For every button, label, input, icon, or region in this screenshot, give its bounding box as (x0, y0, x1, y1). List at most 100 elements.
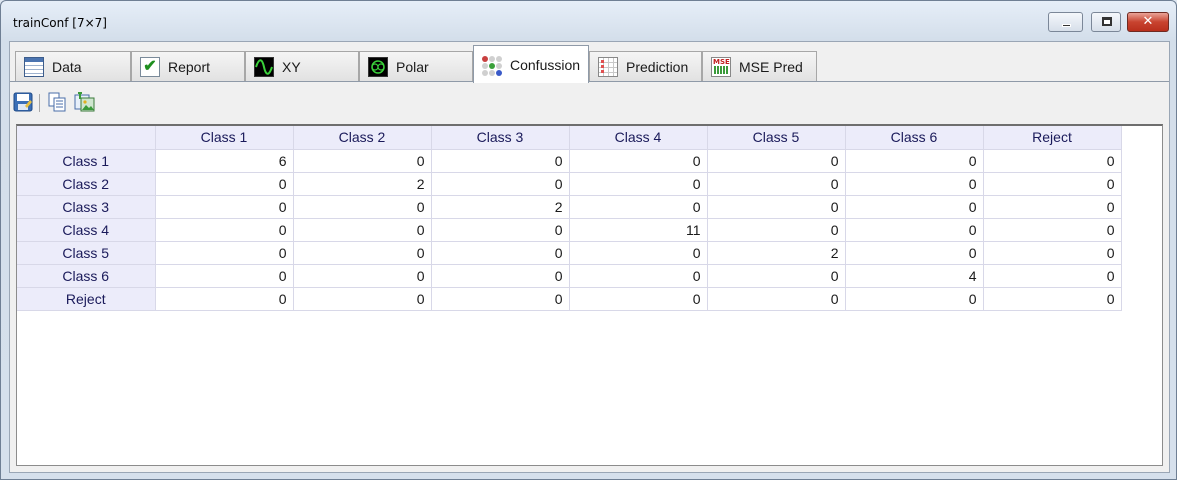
matrix-cell[interactable]: 0 (845, 195, 984, 219)
toolbar (10, 90, 1169, 116)
tab-label: Confussion (510, 56, 581, 73)
polar-plot-icon (368, 57, 388, 77)
minimize-button[interactable] (1048, 12, 1083, 32)
matrix-cell[interactable]: 0 (431, 172, 570, 196)
matrix-cell[interactable]: 0 (983, 195, 1122, 219)
matrix-cell[interactable]: 0 (983, 287, 1122, 311)
row-header[interactable]: Class 5 (17, 241, 156, 265)
matrix-cell[interactable]: 2 (707, 241, 846, 265)
matrix-cell[interactable]: 2 (293, 172, 432, 196)
save-icon[interactable] (13, 92, 33, 112)
matrix-cell[interactable]: 11 (569, 218, 708, 242)
mse-chart-icon: MSE (711, 57, 731, 77)
matrix-cell[interactable]: 0 (155, 172, 294, 196)
tab-label: Prediction (626, 59, 689, 75)
matrix-cell[interactable]: 0 (707, 264, 846, 288)
tab-label: Data (52, 59, 82, 75)
client-area: Data ✔ Report XY Polar Confussion Predic… (9, 41, 1170, 473)
matrix-cell[interactable]: 0 (983, 264, 1122, 288)
matrix-cell[interactable]: 0 (569, 149, 708, 173)
column-header[interactable]: Class 3 (431, 126, 570, 150)
row-header[interactable]: Class 4 (17, 218, 156, 242)
matrix-cell[interactable]: 0 (845, 172, 984, 196)
tab-xy[interactable]: XY (245, 51, 359, 82)
checkmark-icon: ✔ (140, 57, 160, 77)
matrix-cell[interactable]: 0 (155, 195, 294, 219)
matrix-cell[interactable]: 0 (569, 241, 708, 265)
maximize-button[interactable] (1091, 12, 1121, 32)
copy-icon[interactable] (47, 92, 67, 112)
matrix-cell[interactable]: 0 (707, 195, 846, 219)
column-header[interactable]: Class 1 (155, 126, 294, 150)
matrix-cell[interactable]: 0 (569, 172, 708, 196)
matrix-cell[interactable]: 0 (845, 218, 984, 242)
matrix-cell[interactable]: 6 (155, 149, 294, 173)
matrix-cell[interactable]: 0 (293, 195, 432, 219)
maximize-icon (1102, 17, 1112, 26)
corner-cell (17, 126, 156, 150)
tab-data[interactable]: Data (15, 51, 131, 82)
matrix-cell[interactable]: 0 (845, 287, 984, 311)
column-header[interactable]: Class 6 (845, 126, 984, 150)
table-row: Reject 0 0 0 0 0 0 0 (17, 287, 1122, 311)
tab-label: Polar (396, 59, 429, 75)
matrix-cell[interactable]: 0 (707, 149, 846, 173)
matrix-cell[interactable]: 0 (983, 218, 1122, 242)
confusion-matrix-grid[interactable]: Class 1 Class 2 Class 3 Class 4 Class 5 Class… (16, 124, 1163, 466)
matrix-cell[interactable]: 0 (293, 264, 432, 288)
matrix-cell[interactable]: 0 (983, 149, 1122, 173)
column-header[interactable]: Class 4 (569, 126, 708, 150)
matrix-cell[interactable]: 0 (431, 287, 570, 311)
matrix-cell[interactable]: 0 (155, 241, 294, 265)
tab-mse-pred[interactable]: MSE MSE Pred (702, 51, 817, 82)
tab-label: XY (282, 59, 301, 75)
matrix-cell[interactable]: 0 (569, 195, 708, 219)
close-button[interactable]: ✕ (1127, 12, 1169, 32)
minimize-icon (1062, 24, 1071, 27)
matrix-cell[interactable]: 2 (431, 195, 570, 219)
matrix-cell[interactable]: 0 (155, 264, 294, 288)
matrix-cell[interactable]: 0 (293, 218, 432, 242)
tab-label: MSE Pred (739, 59, 803, 75)
row-header[interactable]: Class 1 (17, 149, 156, 173)
tab-prediction[interactable]: Prediction (589, 51, 702, 82)
column-header[interactable]: Class 5 (707, 126, 846, 150)
matrix-cell[interactable]: 0 (983, 172, 1122, 196)
matrix-cell[interactable]: 0 (569, 287, 708, 311)
tab-label: Report (168, 59, 211, 75)
matrix-cell[interactable]: 0 (707, 172, 846, 196)
matrix-cell[interactable]: 0 (155, 287, 294, 311)
matrix-cell[interactable]: 0 (431, 241, 570, 265)
matrix-cell[interactable]: 0 (431, 218, 570, 242)
xy-plot-icon (254, 57, 274, 77)
matrix-cell[interactable]: 0 (293, 149, 432, 173)
matrix-cell[interactable]: 0 (431, 149, 570, 173)
row-header[interactable]: Class 3 (17, 195, 156, 219)
tab-strip: Data ✔ Report XY Polar Confussion Predic… (10, 42, 1169, 83)
tab-report[interactable]: ✔ Report (131, 51, 245, 82)
tab-confussion[interactable]: Confussion (473, 45, 589, 83)
matrix-cell[interactable]: 0 (707, 218, 846, 242)
matrix-cell[interactable]: 0 (155, 218, 294, 242)
matrix-cell[interactable]: 0 (845, 149, 984, 173)
row-header[interactable]: Class 2 (17, 172, 156, 196)
table-row: Class 30020000 (17, 195, 1122, 219)
tab-polar[interactable]: Polar (359, 51, 473, 82)
column-header[interactable]: Reject (983, 126, 1122, 150)
matrix-cell[interactable]: 0 (431, 264, 570, 288)
row-header[interactable]: Reject (17, 287, 156, 311)
matrix-cell[interactable]: 0 (845, 241, 984, 265)
matrix-cell[interactable]: 0 (707, 287, 846, 311)
table-row: Class 50000200 (17, 241, 1122, 265)
column-header[interactable]: Class 2 (293, 126, 432, 150)
matrix-cell[interactable]: 0 (293, 287, 432, 311)
title-bar[interactable]: trainConf [7×7] ✕ (1, 1, 1176, 41)
matrix-cell[interactable]: 0 (983, 241, 1122, 265)
row-header[interactable]: Class 6 (17, 264, 156, 288)
matrix-cell[interactable]: 0 (293, 241, 432, 265)
export-image-icon[interactable] (74, 92, 95, 112)
confusion-matrix-table: Class 1 Class 2 Class 3 Class 4 Class 5 Class… (17, 126, 1122, 311)
matrix-cell[interactable]: 4 (845, 264, 984, 288)
matrix-cell[interactable]: 0 (569, 264, 708, 288)
table-row: Class 20200000 (17, 172, 1122, 196)
